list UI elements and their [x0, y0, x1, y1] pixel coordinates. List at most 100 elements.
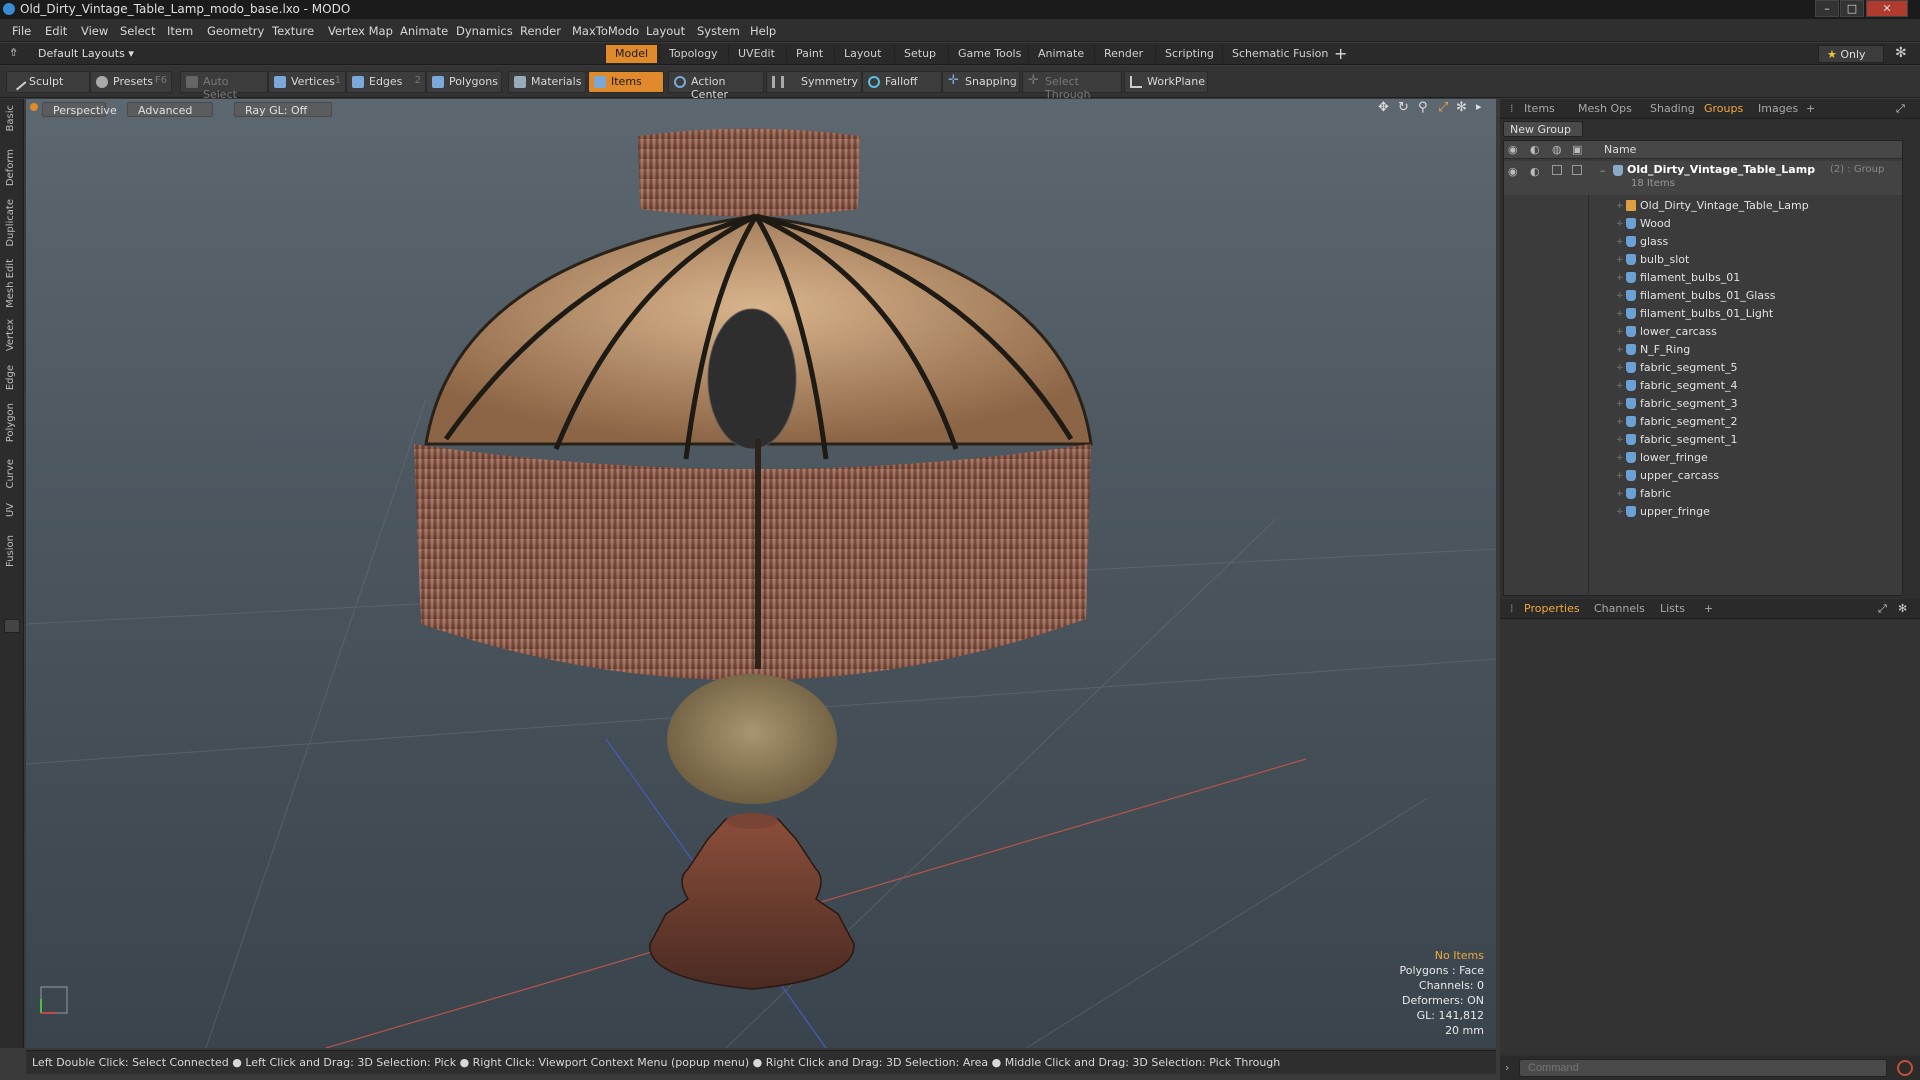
expand-icon[interactable]: +: [1616, 327, 1624, 337]
workplane-button[interactable]: WorkPlane: [1124, 71, 1208, 93]
expand-icon[interactable]: +: [1616, 201, 1624, 211]
select-checkbox[interactable]: [1572, 165, 1582, 175]
select-header-icon[interactable]: ▣: [1572, 143, 1582, 156]
command-input[interactable]: [1519, 1059, 1887, 1077]
gear-icon[interactable]: ✻: [1895, 45, 1907, 61]
falloff-button[interactable]: Falloff: [862, 71, 942, 93]
move-view-icon[interactable]: ✥: [1378, 100, 1389, 115]
panel-toggle-button[interactable]: [4, 619, 20, 633]
eye-icon[interactable]: ◉: [1508, 165, 1518, 178]
list-item[interactable]: + Wood: [1504, 215, 1902, 233]
add-panel-tab-icon-2[interactable]: +: [1698, 602, 1719, 615]
list-item[interactable]: + filament_bulbs_01_Light: [1504, 305, 1902, 323]
menu-maxtomodo[interactable]: MaxToModo: [572, 24, 639, 38]
raygl-button[interactable]: Ray GL: Off: [234, 102, 332, 117]
left-tab-basic[interactable]: Basic: [5, 105, 16, 131]
edges-button[interactable]: Edges 2: [346, 71, 426, 93]
list-item[interactable]: + N_F_Ring: [1504, 341, 1902, 359]
materials-button[interactable]: Materials: [508, 71, 586, 93]
left-tab-mesh-edit[interactable]: Mesh Edit: [5, 259, 16, 308]
tab-mesh-ops[interactable]: Mesh Ops: [1572, 102, 1638, 115]
panel-expand-icon-2[interactable]: ⤢: [1872, 602, 1893, 616]
tab-scripting[interactable]: Scripting: [1155, 45, 1223, 63]
expand-icon[interactable]: +: [1616, 381, 1624, 391]
left-tab-polygon[interactable]: Polygon: [5, 403, 16, 442]
record-icon[interactable]: [1897, 1060, 1913, 1076]
tab-uvedit[interactable]: UVEdit: [728, 45, 784, 63]
symmetry-button[interactable]: Symmetry: [766, 71, 862, 93]
tab-items[interactable]: Items: [1518, 102, 1561, 115]
viewport-expand-icon[interactable]: ▸: [1476, 100, 1482, 113]
new-group-button[interactable]: New Group: [1503, 121, 1583, 137]
viewport-settings-icon[interactable]: ✻: [1456, 100, 1467, 115]
add-tab-icon[interactable]: +: [1334, 44, 1347, 63]
polygons-button[interactable]: Polygons: [426, 71, 502, 93]
expand-icon[interactable]: +: [1616, 507, 1624, 517]
expand-icon[interactable]: +: [1616, 435, 1624, 445]
expand-icon[interactable]: +: [1616, 309, 1624, 319]
action-center-button[interactable]: Action Center: [668, 71, 764, 101]
items-button[interactable]: Items: [588, 71, 664, 93]
panel-expand-icon[interactable]: ⤢: [1890, 102, 1911, 116]
3d-viewport[interactable]: Perspective Advanced Ray GL: Off ✥ ↻ ⚲ ⤢…: [26, 99, 1496, 1048]
tab-groups[interactable]: Groups: [1698, 102, 1749, 115]
visibility-header-icon[interactable]: ◉: [1508, 143, 1518, 156]
list-item[interactable]: + upper_fringe: [1504, 503, 1902, 521]
minimize-button[interactable]: –: [1815, 0, 1839, 17]
select-through-button[interactable]: ✛ Select Through: [1022, 71, 1122, 101]
left-tab-uv[interactable]: UV: [5, 503, 16, 517]
render-header-icon[interactable]: ◐: [1530, 143, 1540, 156]
expand-icon[interactable]: +: [1616, 345, 1624, 355]
list-item[interactable]: + fabric: [1504, 485, 1902, 503]
tab-schematic-fusion[interactable]: Schematic Fusion: [1222, 45, 1337, 63]
expand-icon[interactable]: +: [1616, 291, 1624, 301]
tab-lists[interactable]: Lists: [1654, 602, 1691, 615]
tab-shading[interactable]: Shading: [1644, 102, 1701, 115]
auto-select-button[interactable]: Auto Select: [180, 71, 268, 101]
layout-pin-icon[interactable]: ⇮: [9, 46, 18, 59]
command-arrow-icon[interactable]: ›: [1505, 1061, 1509, 1074]
expand-icon[interactable]: +: [1616, 417, 1624, 427]
tab-properties[interactable]: Properties: [1518, 602, 1586, 615]
expand-icon[interactable]: +: [1616, 489, 1624, 499]
maximize-button[interactable]: □: [1840, 0, 1864, 17]
expand-icon[interactable]: +: [1616, 399, 1624, 409]
expand-icon[interactable]: +: [1616, 237, 1624, 247]
snapping-button[interactable]: ✛ Snapping: [942, 71, 1020, 93]
render-toggle-icon[interactable]: ◐: [1530, 165, 1540, 178]
tab-model[interactable]: Model: [605, 45, 658, 63]
list-item[interactable]: + filament_bulbs_01: [1504, 269, 1902, 287]
list-item[interactable]: + filament_bulbs_01_Glass: [1504, 287, 1902, 305]
advanced-button[interactable]: Advanced: [127, 102, 213, 117]
left-tab-duplicate[interactable]: Duplicate: [5, 199, 16, 247]
menu-system[interactable]: System: [697, 24, 740, 38]
rotate-view-icon[interactable]: ↻: [1398, 100, 1409, 115]
collapse-icon[interactable]: –: [1600, 164, 1606, 177]
expand-icon[interactable]: +: [1616, 363, 1624, 373]
left-tab-vertex[interactable]: Vertex: [5, 319, 16, 351]
menu-select[interactable]: Select: [120, 24, 155, 38]
list-item[interactable]: + lower_carcass: [1504, 323, 1902, 341]
expand-icon[interactable]: +: [1616, 453, 1624, 463]
expand-icon[interactable]: +: [1616, 273, 1624, 283]
tab-render[interactable]: Render: [1094, 45, 1152, 63]
tab-channels[interactable]: Channels: [1588, 602, 1651, 615]
tab-paint[interactable]: Paint: [786, 45, 832, 63]
tab-animate[interactable]: Animate: [1028, 45, 1093, 63]
left-tab-fusion[interactable]: Fusion: [5, 535, 16, 567]
zoom-view-icon[interactable]: ⚲: [1418, 100, 1428, 115]
vertices-button[interactable]: Vertices 1: [268, 71, 346, 93]
menu-layout[interactable]: Layout: [646, 24, 685, 38]
list-item[interactable]: + lower_fringe: [1504, 449, 1902, 467]
list-item[interactable]: + fabric_segment_4: [1504, 377, 1902, 395]
list-item[interactable]: + upper_carcass: [1504, 467, 1902, 485]
perspective-button[interactable]: Perspective: [42, 102, 117, 117]
list-item[interactable]: + fabric_segment_2: [1504, 413, 1902, 431]
menu-geometry[interactable]: Geometry: [207, 24, 264, 38]
list-item[interactable]: + fabric_segment_1: [1504, 431, 1902, 449]
only-button[interactable]: ★ Only: [1818, 45, 1884, 63]
sculpt-button[interactable]: Sculpt: [6, 71, 90, 93]
menu-vertex-map[interactable]: Vertex Map: [328, 24, 393, 38]
menu-texture[interactable]: Texture: [272, 24, 314, 38]
lock-checkbox[interactable]: [1552, 165, 1562, 175]
